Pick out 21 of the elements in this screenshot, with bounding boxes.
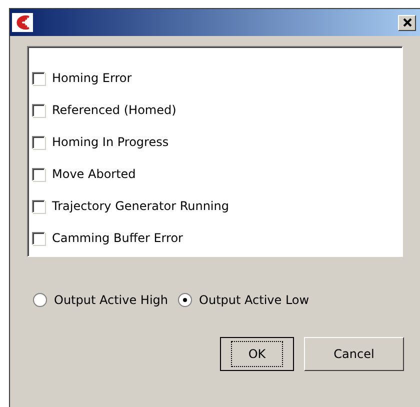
radio-label: Output Active Low bbox=[199, 293, 310, 307]
checkbox[interactable] bbox=[32, 168, 45, 180]
logo-icon bbox=[12, 13, 33, 32]
checkbox-label: Trajectory Generator Running bbox=[52, 199, 229, 213]
checkbox[interactable] bbox=[32, 104, 45, 116]
close-icon bbox=[402, 18, 412, 27]
checkbox[interactable] bbox=[32, 136, 45, 148]
cancel-button[interactable]: Cancel bbox=[304, 337, 404, 371]
checkbox-label: Homing In Progress bbox=[52, 135, 169, 149]
checkbox[interactable] bbox=[32, 200, 45, 212]
checkbox[interactable] bbox=[32, 232, 45, 244]
checkbox-label: Homing Error bbox=[52, 71, 132, 85]
ok-button[interactable]: OK bbox=[220, 337, 294, 371]
checkbox-label: Move Aborted bbox=[52, 167, 136, 181]
close-button[interactable] bbox=[398, 14, 416, 30]
checkbox-label: Camming Buffer Error bbox=[52, 231, 183, 245]
checkbox-label: Referenced (Homed) bbox=[52, 103, 176, 117]
radio-label: Output Active High bbox=[54, 293, 168, 307]
radio-button[interactable] bbox=[178, 293, 192, 307]
checkbox[interactable] bbox=[32, 72, 45, 84]
radio-button[interactable] bbox=[33, 293, 47, 307]
